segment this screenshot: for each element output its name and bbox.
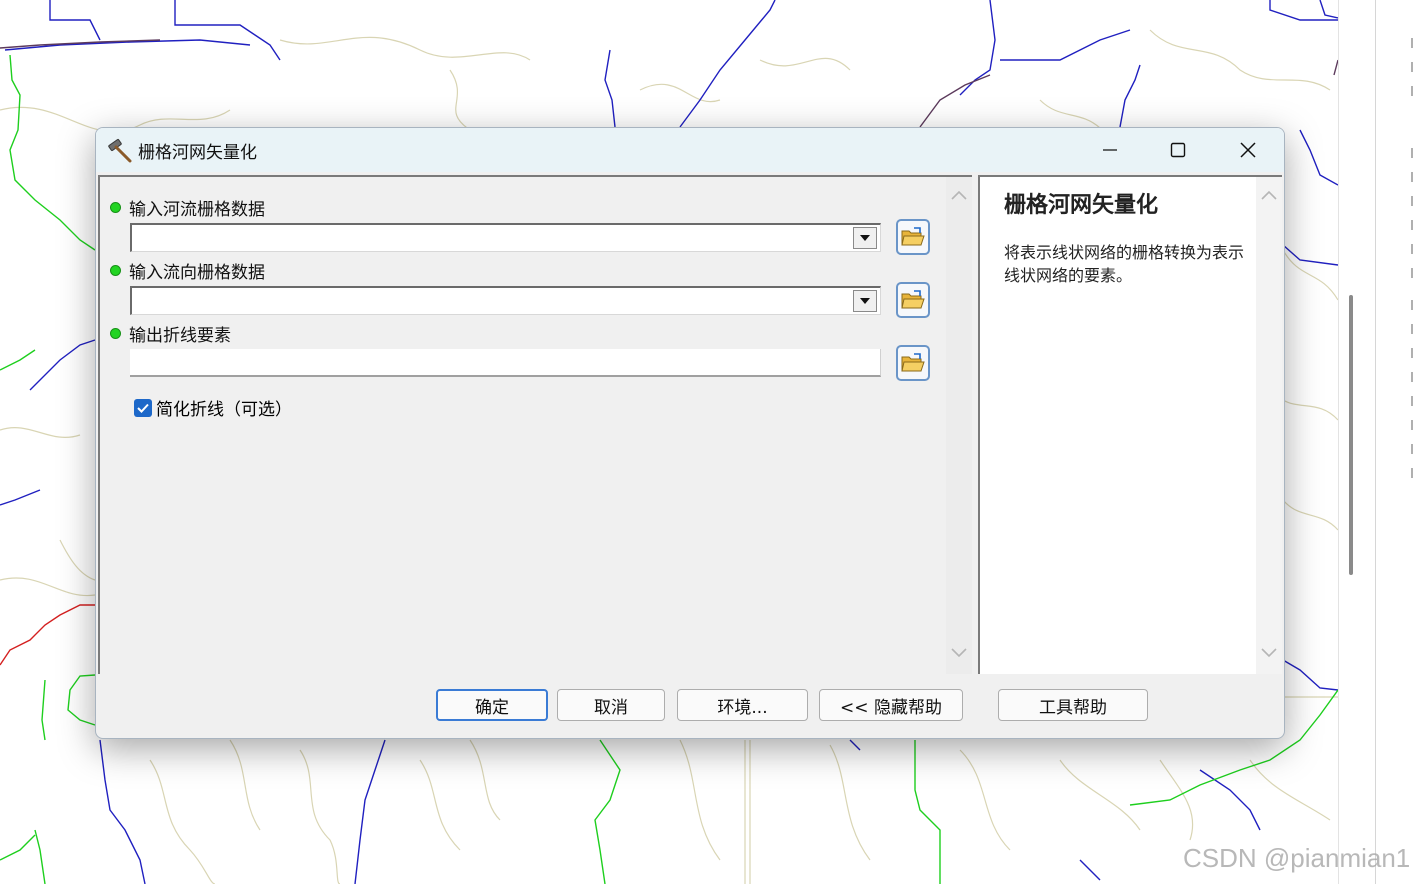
folder-open-icon <box>901 290 925 309</box>
help-pane: 栅格河网矢量化 将表示线状网络的栅格转换为表示线状网络的要素。 <box>978 175 1256 674</box>
panel-tick <box>1411 172 1416 182</box>
panel-tick <box>1411 372 1416 382</box>
hammer-icon <box>108 138 132 163</box>
panel-tick <box>1411 348 1416 358</box>
river-raster-dropdown-button[interactable] <box>853 227 877 249</box>
maximize-button[interactable] <box>1144 128 1212 172</box>
flow-direction-combobox[interactable] <box>130 286 881 315</box>
close-icon <box>1240 142 1256 158</box>
map-scrollbar-thumb[interactable] <box>1349 295 1353 575</box>
simplify-polylines-checkbox[interactable] <box>134 398 152 417</box>
output-polyline-label: 输出折线要素 <box>110 321 231 346</box>
panel-tick <box>1411 196 1416 206</box>
folder-open-icon <box>901 353 925 372</box>
output-polyline-label-text: 输出折线要素 <box>129 326 231 346</box>
scroll-down-icon[interactable] <box>951 647 967 659</box>
simplify-polylines-option[interactable]: 简化折线（可选） <box>134 395 292 420</box>
flow-direction-dropdown-button[interactable] <box>853 290 877 312</box>
title-bar[interactable]: 栅格河网矢量化 <box>96 128 1284 172</box>
flow-direction-raster-label: 输入流向栅格数据 <box>110 258 265 283</box>
required-dot-icon <box>110 328 121 339</box>
river-raster-label-text: 输入河流栅格数据 <box>129 200 265 220</box>
panel-tick <box>1411 244 1416 254</box>
tool-dialog: 栅格河网矢量化 输入河流栅格数据 输入流向栅格数据 输出折线要素 简化折线（可选… <box>95 127 1285 739</box>
panel-tick <box>1411 86 1416 96</box>
minimize-icon <box>1103 149 1117 151</box>
river-raster-label: 输入河流栅格数据 <box>110 195 265 220</box>
dialog-title: 栅格河网矢量化 <box>138 143 257 163</box>
output-polyline-input[interactable] <box>130 349 881 377</box>
required-dot-icon <box>110 265 121 276</box>
panel-tick <box>1411 444 1416 454</box>
scroll-up-icon[interactable] <box>951 189 967 201</box>
ok-button[interactable]: 确定 <box>436 689 548 721</box>
cancel-button[interactable]: 取消 <box>557 689 665 721</box>
panel-tick <box>1411 38 1416 48</box>
minimize-button[interactable] <box>1076 128 1144 172</box>
river-raster-combobox[interactable] <box>130 223 881 252</box>
panel-tick <box>1411 324 1416 334</box>
river-raster-browse-button[interactable] <box>896 219 930 255</box>
help-description: 将表示线状网络的栅格转换为表示线状网络的要素。 <box>1004 243 1245 285</box>
panel-tick <box>1411 300 1416 310</box>
scroll-up-icon[interactable] <box>1261 189 1277 201</box>
maximize-icon <box>1170 142 1186 158</box>
watermark: CSDN @pianmian1 <box>1183 843 1411 873</box>
panel-tick <box>1411 268 1416 278</box>
panel-tick <box>1411 220 1416 230</box>
panel-tick <box>1411 148 1416 158</box>
help-title: 栅格河网矢量化 <box>1004 193 1159 218</box>
checkmark-icon <box>137 403 149 413</box>
output-polyline-browse-button[interactable] <box>896 345 930 381</box>
panel-tick <box>1411 468 1416 478</box>
dropdown-arrow-icon <box>860 235 870 241</box>
folder-open-icon <box>901 227 925 246</box>
simplify-polylines-label: 简化折线（可选） <box>156 400 292 420</box>
right-panel-strip <box>1338 0 1416 884</box>
flow-direction-browse-button[interactable] <box>896 282 930 318</box>
parameters-pane: 输入河流栅格数据 输入流向栅格数据 输出折线要素 简化折线（可选） <box>98 175 948 674</box>
required-dot-icon <box>110 202 121 213</box>
panel-divider <box>1375 0 1376 884</box>
dropdown-arrow-icon <box>860 298 870 304</box>
close-button[interactable] <box>1214 128 1282 172</box>
hide-help-button[interactable]: << 隐藏帮助 <box>819 689 963 721</box>
panel-tick <box>1411 396 1416 406</box>
panel-tick <box>1411 420 1416 430</box>
flow-direction-label-text: 输入流向栅格数据 <box>129 263 265 283</box>
tool-help-button[interactable]: 工具帮助 <box>998 689 1148 721</box>
scroll-down-icon[interactable] <box>1261 647 1277 659</box>
panel-tick <box>1411 62 1416 72</box>
help-scrollbar[interactable] <box>1256 175 1282 674</box>
environments-button[interactable]: 环境... <box>677 689 808 721</box>
parameters-scrollbar[interactable] <box>946 175 972 674</box>
